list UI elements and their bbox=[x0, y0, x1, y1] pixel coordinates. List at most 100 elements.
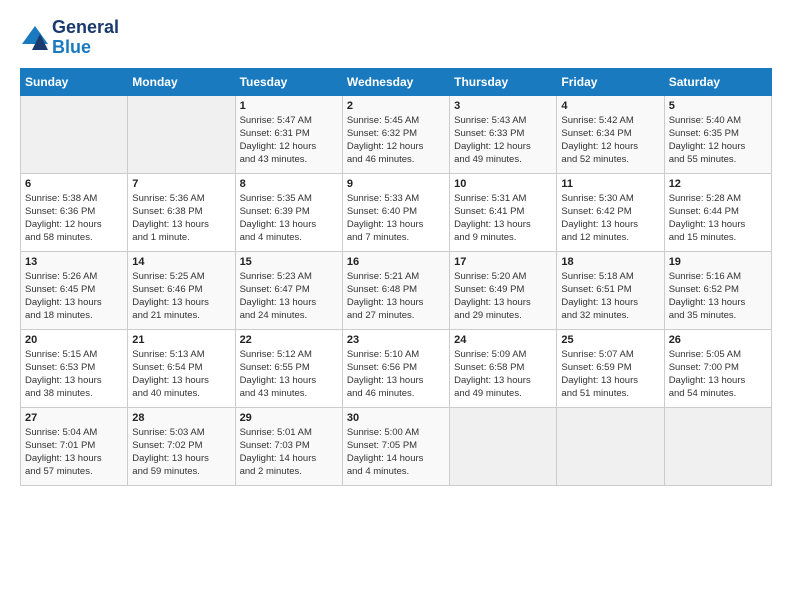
day-number: 8 bbox=[240, 178, 338, 190]
weekday-header-monday: Monday bbox=[128, 68, 235, 95]
day-info: Sunrise: 5:23 AM Sunset: 6:47 PM Dayligh… bbox=[240, 270, 338, 323]
day-number: 10 bbox=[454, 178, 552, 190]
day-number: 11 bbox=[561, 178, 659, 190]
weekday-header-row: SundayMondayTuesdayWednesdayThursdayFrid… bbox=[21, 68, 772, 95]
calendar-cell: 18 Sunrise: 5:18 AM Sunset: 6:51 PM Dayli… bbox=[557, 251, 664, 329]
page: General Blue SundayMondayTuesdayWednesda… bbox=[0, 0, 792, 612]
day-info: Sunrise: 5:38 AM Sunset: 6:36 PM Dayligh… bbox=[25, 192, 123, 245]
day-info: Sunrise: 5:45 AM Sunset: 6:32 PM Dayligh… bbox=[347, 114, 445, 167]
day-info: Sunrise: 5:42 AM Sunset: 6:34 PM Dayligh… bbox=[561, 114, 659, 167]
day-info: Sunrise: 5:26 AM Sunset: 6:45 PM Dayligh… bbox=[25, 270, 123, 323]
week-row-4: 27 Sunrise: 5:04 AM Sunset: 7:01 PM Dayli… bbox=[21, 407, 772, 485]
calendar-cell: 8 Sunrise: 5:35 AM Sunset: 6:39 PM Daylig… bbox=[235, 173, 342, 251]
day-info: Sunrise: 5:10 AM Sunset: 6:56 PM Dayligh… bbox=[347, 348, 445, 401]
calendar-cell bbox=[128, 95, 235, 173]
calendar-cell: 1 Sunrise: 5:47 AM Sunset: 6:31 PM Daylig… bbox=[235, 95, 342, 173]
day-info: Sunrise: 5:30 AM Sunset: 6:42 PM Dayligh… bbox=[561, 192, 659, 245]
calendar-cell: 4Sunrise: 5:42 AM Sunset: 6:34 PM Daylig… bbox=[557, 95, 664, 173]
day-info: Sunrise: 5:07 AM Sunset: 6:59 PM Dayligh… bbox=[561, 348, 659, 401]
calendar-cell: 23 Sunrise: 5:10 AM Sunset: 6:56 PM Dayli… bbox=[342, 329, 449, 407]
week-row-2: 13 Sunrise: 5:26 AM Sunset: 6:45 PM Dayli… bbox=[21, 251, 772, 329]
calendar-cell: 6 Sunrise: 5:38 AM Sunset: 6:36 PM Daylig… bbox=[21, 173, 128, 251]
calendar-cell: 7Sunrise: 5:36 AM Sunset: 6:38 PM Daylig… bbox=[128, 173, 235, 251]
week-row-3: 20Sunrise: 5:15 AM Sunset: 6:53 PM Dayli… bbox=[21, 329, 772, 407]
day-info: Sunrise: 5:05 AM Sunset: 7:00 PM Dayligh… bbox=[669, 348, 767, 401]
calendar-cell: 12Sunrise: 5:28 AM Sunset: 6:44 PM Dayli… bbox=[664, 173, 771, 251]
calendar-cell: 9Sunrise: 5:33 AM Sunset: 6:40 PM Daylig… bbox=[342, 173, 449, 251]
day-info: Sunrise: 5:09 AM Sunset: 6:58 PM Dayligh… bbox=[454, 348, 552, 401]
day-info: Sunrise: 5:28 AM Sunset: 6:44 PM Dayligh… bbox=[669, 192, 767, 245]
calendar-cell: 24 Sunrise: 5:09 AM Sunset: 6:58 PM Dayli… bbox=[450, 329, 557, 407]
day-number: 26 bbox=[669, 334, 767, 346]
day-info: Sunrise: 5:31 AM Sunset: 6:41 PM Dayligh… bbox=[454, 192, 552, 245]
calendar-cell: 16 Sunrise: 5:21 AM Sunset: 6:48 PM Dayli… bbox=[342, 251, 449, 329]
day-number: 1 bbox=[240, 100, 338, 112]
day-info: Sunrise: 5:47 AM Sunset: 6:31 PM Dayligh… bbox=[240, 114, 338, 167]
weekday-header-wednesday: Wednesday bbox=[342, 68, 449, 95]
calendar-cell: 25 Sunrise: 5:07 AM Sunset: 6:59 PM Dayli… bbox=[557, 329, 664, 407]
day-number: 21 bbox=[132, 334, 230, 346]
calendar-cell: 21Sunrise: 5:13 AM Sunset: 6:54 PM Dayli… bbox=[128, 329, 235, 407]
calendar-cell: 5Sunrise: 5:40 AM Sunset: 6:35 PM Daylig… bbox=[664, 95, 771, 173]
calendar-cell: 13 Sunrise: 5:26 AM Sunset: 6:45 PM Dayli… bbox=[21, 251, 128, 329]
calendar-cell bbox=[450, 407, 557, 485]
day-number: 15 bbox=[240, 256, 338, 268]
day-number: 13 bbox=[25, 256, 123, 268]
day-info: Sunrise: 5:12 AM Sunset: 6:55 PM Dayligh… bbox=[240, 348, 338, 401]
calendar-cell: 20Sunrise: 5:15 AM Sunset: 6:53 PM Dayli… bbox=[21, 329, 128, 407]
day-number: 5 bbox=[669, 100, 767, 112]
day-number: 7 bbox=[132, 178, 230, 190]
day-number: 28 bbox=[132, 412, 230, 424]
day-number: 23 bbox=[347, 334, 445, 346]
day-info: Sunrise: 5:00 AM Sunset: 7:05 PM Dayligh… bbox=[347, 426, 445, 479]
calendar-cell: 29 Sunrise: 5:01 AM Sunset: 7:03 PM Dayli… bbox=[235, 407, 342, 485]
day-number: 25 bbox=[561, 334, 659, 346]
calendar-cell: 22 Sunrise: 5:12 AM Sunset: 6:55 PM Dayli… bbox=[235, 329, 342, 407]
day-number: 2 bbox=[347, 100, 445, 112]
day-number: 17 bbox=[454, 256, 552, 268]
weekday-header-tuesday: Tuesday bbox=[235, 68, 342, 95]
header: General Blue bbox=[20, 18, 772, 58]
calendar-cell: 11 Sunrise: 5:30 AM Sunset: 6:42 PM Dayli… bbox=[557, 173, 664, 251]
calendar-cell: 2 Sunrise: 5:45 AM Sunset: 6:32 PM Daylig… bbox=[342, 95, 449, 173]
day-number: 22 bbox=[240, 334, 338, 346]
day-number: 6 bbox=[25, 178, 123, 190]
week-row-0: 1 Sunrise: 5:47 AM Sunset: 6:31 PM Daylig… bbox=[21, 95, 772, 173]
calendar-cell: 28Sunrise: 5:03 AM Sunset: 7:02 PM Dayli… bbox=[128, 407, 235, 485]
calendar-cell bbox=[557, 407, 664, 485]
calendar-cell: 15 Sunrise: 5:23 AM Sunset: 6:47 PM Dayli… bbox=[235, 251, 342, 329]
day-number: 18 bbox=[561, 256, 659, 268]
day-info: Sunrise: 5:21 AM Sunset: 6:48 PM Dayligh… bbox=[347, 270, 445, 323]
day-info: Sunrise: 5:04 AM Sunset: 7:01 PM Dayligh… bbox=[25, 426, 123, 479]
week-row-1: 6 Sunrise: 5:38 AM Sunset: 6:36 PM Daylig… bbox=[21, 173, 772, 251]
calendar-cell: 19Sunrise: 5:16 AM Sunset: 6:52 PM Dayli… bbox=[664, 251, 771, 329]
calendar-cell: 30Sunrise: 5:00 AM Sunset: 7:05 PM Dayli… bbox=[342, 407, 449, 485]
day-number: 16 bbox=[347, 256, 445, 268]
day-number: 3 bbox=[454, 100, 552, 112]
day-info: Sunrise: 5:01 AM Sunset: 7:03 PM Dayligh… bbox=[240, 426, 338, 479]
calendar-table: SundayMondayTuesdayWednesdayThursdayFrid… bbox=[20, 68, 772, 486]
weekday-header-saturday: Saturday bbox=[664, 68, 771, 95]
day-info: Sunrise: 5:43 AM Sunset: 6:33 PM Dayligh… bbox=[454, 114, 552, 167]
logo: General Blue bbox=[20, 18, 119, 58]
day-number: 20 bbox=[25, 334, 123, 346]
day-info: Sunrise: 5:20 AM Sunset: 6:49 PM Dayligh… bbox=[454, 270, 552, 323]
calendar-cell: 27 Sunrise: 5:04 AM Sunset: 7:01 PM Dayli… bbox=[21, 407, 128, 485]
weekday-header-sunday: Sunday bbox=[21, 68, 128, 95]
calendar-cell: 17 Sunrise: 5:20 AM Sunset: 6:49 PM Dayli… bbox=[450, 251, 557, 329]
day-info: Sunrise: 5:16 AM Sunset: 6:52 PM Dayligh… bbox=[669, 270, 767, 323]
weekday-header-thursday: Thursday bbox=[450, 68, 557, 95]
day-number: 9 bbox=[347, 178, 445, 190]
day-info: Sunrise: 5:18 AM Sunset: 6:51 PM Dayligh… bbox=[561, 270, 659, 323]
day-info: Sunrise: 5:25 AM Sunset: 6:46 PM Dayligh… bbox=[132, 270, 230, 323]
calendar-cell bbox=[21, 95, 128, 173]
day-info: Sunrise: 5:35 AM Sunset: 6:39 PM Dayligh… bbox=[240, 192, 338, 245]
day-number: 27 bbox=[25, 412, 123, 424]
day-number: 14 bbox=[132, 256, 230, 268]
day-number: 24 bbox=[454, 334, 552, 346]
calendar-cell bbox=[664, 407, 771, 485]
calendar-cell: 3 Sunrise: 5:43 AM Sunset: 6:33 PM Daylig… bbox=[450, 95, 557, 173]
logo-text: General Blue bbox=[52, 18, 119, 58]
logo-icon bbox=[20, 24, 50, 52]
day-number: 29 bbox=[240, 412, 338, 424]
